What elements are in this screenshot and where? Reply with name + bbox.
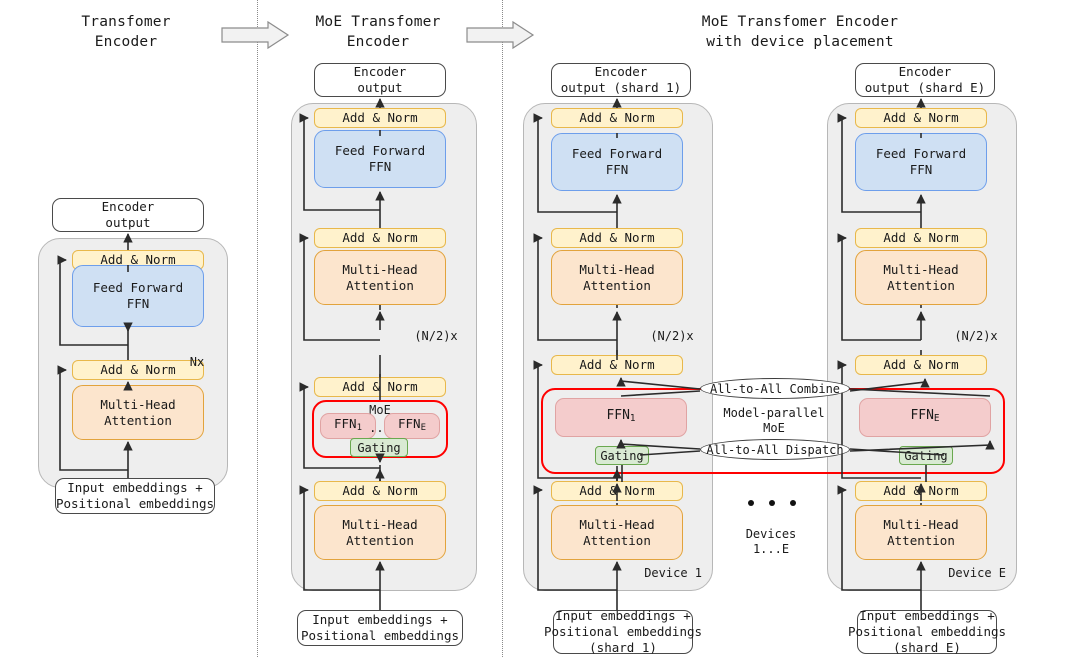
multi-head-attention-lower-device-e: Multi-Head Attention xyxy=(855,505,987,560)
add-norm-mid-device-1: Add & Norm xyxy=(551,228,683,248)
model-parallel-moe-label: Model-parallel MoE xyxy=(723,406,825,435)
repeat-count-device-e: (N/2)x xyxy=(954,329,998,343)
multi-head-attention-col1: Multi-Head Attention xyxy=(72,385,204,440)
add-norm-moe-device-e: Add & Norm xyxy=(855,355,987,375)
add-norm-top-col2: Add & Norm xyxy=(314,108,446,128)
input-embeddings-col1: Input embeddings + Positional embeddings xyxy=(55,478,215,514)
expert-ffn-1-text-col2: FFN1 xyxy=(334,416,362,433)
device-e-label: Device E xyxy=(948,566,1006,580)
add-norm-mid-col2: Add & Norm xyxy=(314,228,446,248)
device-1-label: Device 1 xyxy=(644,566,702,580)
feed-forward-ffn-col1: Feed Forward FFN xyxy=(72,265,204,327)
expert-ffn-e-col2: FFNE xyxy=(384,413,440,439)
add-norm-bottom-device-1: Add & Norm xyxy=(551,481,683,501)
diagram-canvas: Transfomer Encoder MoE Transfomer Encode… xyxy=(0,0,1087,657)
feed-forward-ffn-device-e: Feed Forward FFN xyxy=(855,133,987,191)
add-norm-mid-device-e: Add & Norm xyxy=(855,228,987,248)
repeat-count-device-1: (N/2)x xyxy=(650,329,694,343)
feed-forward-ffn-device-1: Feed Forward FFN xyxy=(551,133,683,191)
title-transformer-encoder: Transfomer Encoder xyxy=(81,14,171,50)
all-to-all-dispatch: All-to-All Dispatch xyxy=(700,439,850,460)
title-moe-transformer-encoder-device-placement: MoE Transfomer Encoder with device place… xyxy=(701,14,899,50)
add-norm-bottom-col2: Add & Norm xyxy=(314,481,446,501)
encoder-output-col2: Encoder output xyxy=(314,63,446,97)
column-divider-2 xyxy=(502,0,503,657)
gating-col2: Gating xyxy=(350,438,408,457)
repeat-count-nx-col1: Nx xyxy=(189,355,205,369)
title-moe-transformer-encoder: MoE Transfomer Encoder xyxy=(315,14,441,50)
multi-head-attention-lower-device-1: Multi-Head Attention xyxy=(551,505,683,560)
encoder-output-shard-1: Encoder output (shard 1) xyxy=(551,63,691,97)
encoder-output-shard-e: Encoder output (shard E) xyxy=(855,63,995,97)
input-embeddings-shard-1: Input embeddings + Positional embeddings… xyxy=(543,608,703,655)
column-divider-1 xyxy=(257,0,258,657)
input-embeddings-col2: Input embeddings + Positional embeddings xyxy=(297,610,463,646)
input-embeddings-shard-e: Input embeddings + Positional embeddings… xyxy=(847,608,1007,655)
feed-forward-ffn-col2: Feed Forward FFN xyxy=(314,130,446,188)
devices-range-label: Devices 1...E xyxy=(745,527,797,556)
add-norm-bottom-device-e: Add & Norm xyxy=(855,481,987,501)
add-norm-top-device-1: Add & Norm xyxy=(551,108,683,128)
all-to-all-combine: All-to-All Combine xyxy=(700,378,850,399)
add-norm-top-device-e: Add & Norm xyxy=(855,108,987,128)
encoder-output-col1: Encoder output xyxy=(52,198,204,232)
repeat-count-col2: (N/2)x xyxy=(414,329,458,343)
add-norm-moe-col2: Add & Norm xyxy=(314,377,446,397)
expert-ffn-e-text-col2: FFNE xyxy=(398,416,426,433)
multi-head-attention-lower-col2: Multi-Head Attention xyxy=(314,505,446,560)
multi-head-attention-upper-col2: Multi-Head Attention xyxy=(314,250,446,305)
add-norm-moe-device-1: Add & Norm xyxy=(551,355,683,375)
devices-ellipsis-dots xyxy=(748,500,796,506)
multi-head-attention-upper-device-e: Multi-Head Attention xyxy=(855,250,987,305)
multi-head-attention-upper-device-1: Multi-Head Attention xyxy=(551,250,683,305)
